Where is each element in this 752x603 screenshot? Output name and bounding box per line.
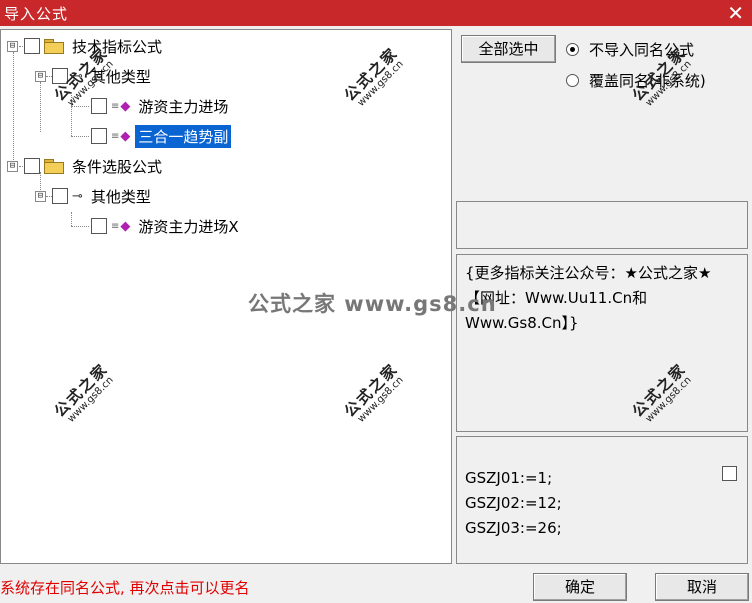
- description-panel: {更多指标关注公众号：★公式之家★【网址：Www.Uu11.Cn和Www.Gs8…: [456, 254, 748, 432]
- code-checkbox[interactable]: [722, 466, 737, 481]
- ok-button[interactable]: 确定: [533, 573, 627, 601]
- tree-group-technical[interactable]: ⊟ 技术指标公式: [7, 35, 165, 57]
- radio-label: 不导入同名公式: [589, 41, 695, 59]
- window-title: 导入公式: [4, 5, 69, 23]
- item-checkbox[interactable]: [91, 98, 107, 114]
- item-checkbox[interactable]: [91, 128, 107, 144]
- select-all-button[interactable]: 全部选中: [461, 35, 556, 63]
- close-icon[interactable]: ✕: [727, 1, 744, 25]
- code-line: GSZJ03:=26;: [465, 519, 562, 537]
- key-icon: ⊸: [72, 188, 83, 204]
- tree-subgroup-other[interactable]: ⊟ ⊸ 其他类型: [35, 185, 154, 207]
- watermark-center: 公式之家 www.gs8.cn: [248, 292, 497, 316]
- subgroup-checkbox[interactable]: [52, 188, 68, 204]
- item-checkbox[interactable]: [91, 218, 107, 234]
- collapse-icon[interactable]: ⊟: [35, 190, 46, 202]
- folder-icon: [44, 39, 64, 54]
- tree-connector: [13, 52, 14, 162]
- tree-item-selected[interactable]: ≡ ◆ 三合一趋势副: [85, 124, 232, 148]
- tree-group-label[interactable]: 技术指标公式: [69, 35, 165, 58]
- collapse-icon[interactable]: ⊟: [7, 160, 18, 172]
- folder-icon: [44, 159, 64, 174]
- cancel-button[interactable]: 取消: [655, 573, 749, 601]
- tree-item-label[interactable]: 三合一趋势副: [135, 124, 232, 148]
- key-icon: ⊸: [72, 68, 83, 84]
- status-message: 系统存在同名公式, 再次点击可以更名: [0, 579, 250, 597]
- tree-connector: [71, 92, 72, 136]
- tree-subgroup-other[interactable]: ⊟ ⊸ 其他类型: [35, 65, 154, 87]
- collapse-icon[interactable]: ⊟: [7, 40, 18, 52]
- tree-item-label[interactable]: 游资主力进场: [135, 95, 231, 118]
- tree-group-label[interactable]: 条件选股公式: [69, 155, 165, 178]
- subgroup-checkbox[interactable]: [52, 68, 68, 84]
- tree-item[interactable]: ≡ ◆ 游资主力进场: [85, 95, 231, 117]
- code-line: GSZJ01:=1;: [465, 469, 553, 487]
- radio-overwrite[interactable]: 覆盖同名(非系统): [566, 70, 706, 91]
- formula-icon: ≡ ◆: [111, 128, 131, 144]
- tree-subgroup-label[interactable]: 其他类型: [88, 65, 154, 88]
- tree-subgroup-label[interactable]: 其他类型: [88, 185, 154, 208]
- tree-connector: [71, 212, 72, 226]
- radio-skip-same-name[interactable]: 不导入同名公式: [566, 39, 694, 60]
- radio-dot[interactable]: [566, 74, 579, 87]
- tree-connector: [40, 82, 41, 132]
- formula-icon: ≡ ◆: [111, 98, 131, 114]
- radio-dot[interactable]: [566, 43, 579, 56]
- code-panel[interactable]: GSZJ01:=1; GSZJ02:=12; GSZJ03:=26;: [456, 436, 748, 564]
- info-box-empty: [456, 201, 748, 249]
- tree-item-label[interactable]: 游资主力进场X: [135, 215, 241, 238]
- description-text: {更多指标关注公众号：★公式之家★【网址：Www.Uu11.Cn和Www.Gs8…: [465, 264, 712, 332]
- radio-label: 覆盖同名(非系统): [589, 72, 706, 90]
- tree-group-screener[interactable]: ⊟ 条件选股公式: [7, 155, 165, 177]
- group-checkbox[interactable]: [24, 38, 40, 54]
- title-bar: 导入公式 ✕: [0, 0, 752, 26]
- code-line: GSZJ02:=12;: [465, 494, 562, 512]
- formula-icon: ≡ ◆: [111, 218, 131, 234]
- collapse-icon[interactable]: ⊟: [35, 70, 46, 82]
- tree-item[interactable]: ≡ ◆ 游资主力进场X: [85, 215, 242, 237]
- group-checkbox[interactable]: [24, 158, 40, 174]
